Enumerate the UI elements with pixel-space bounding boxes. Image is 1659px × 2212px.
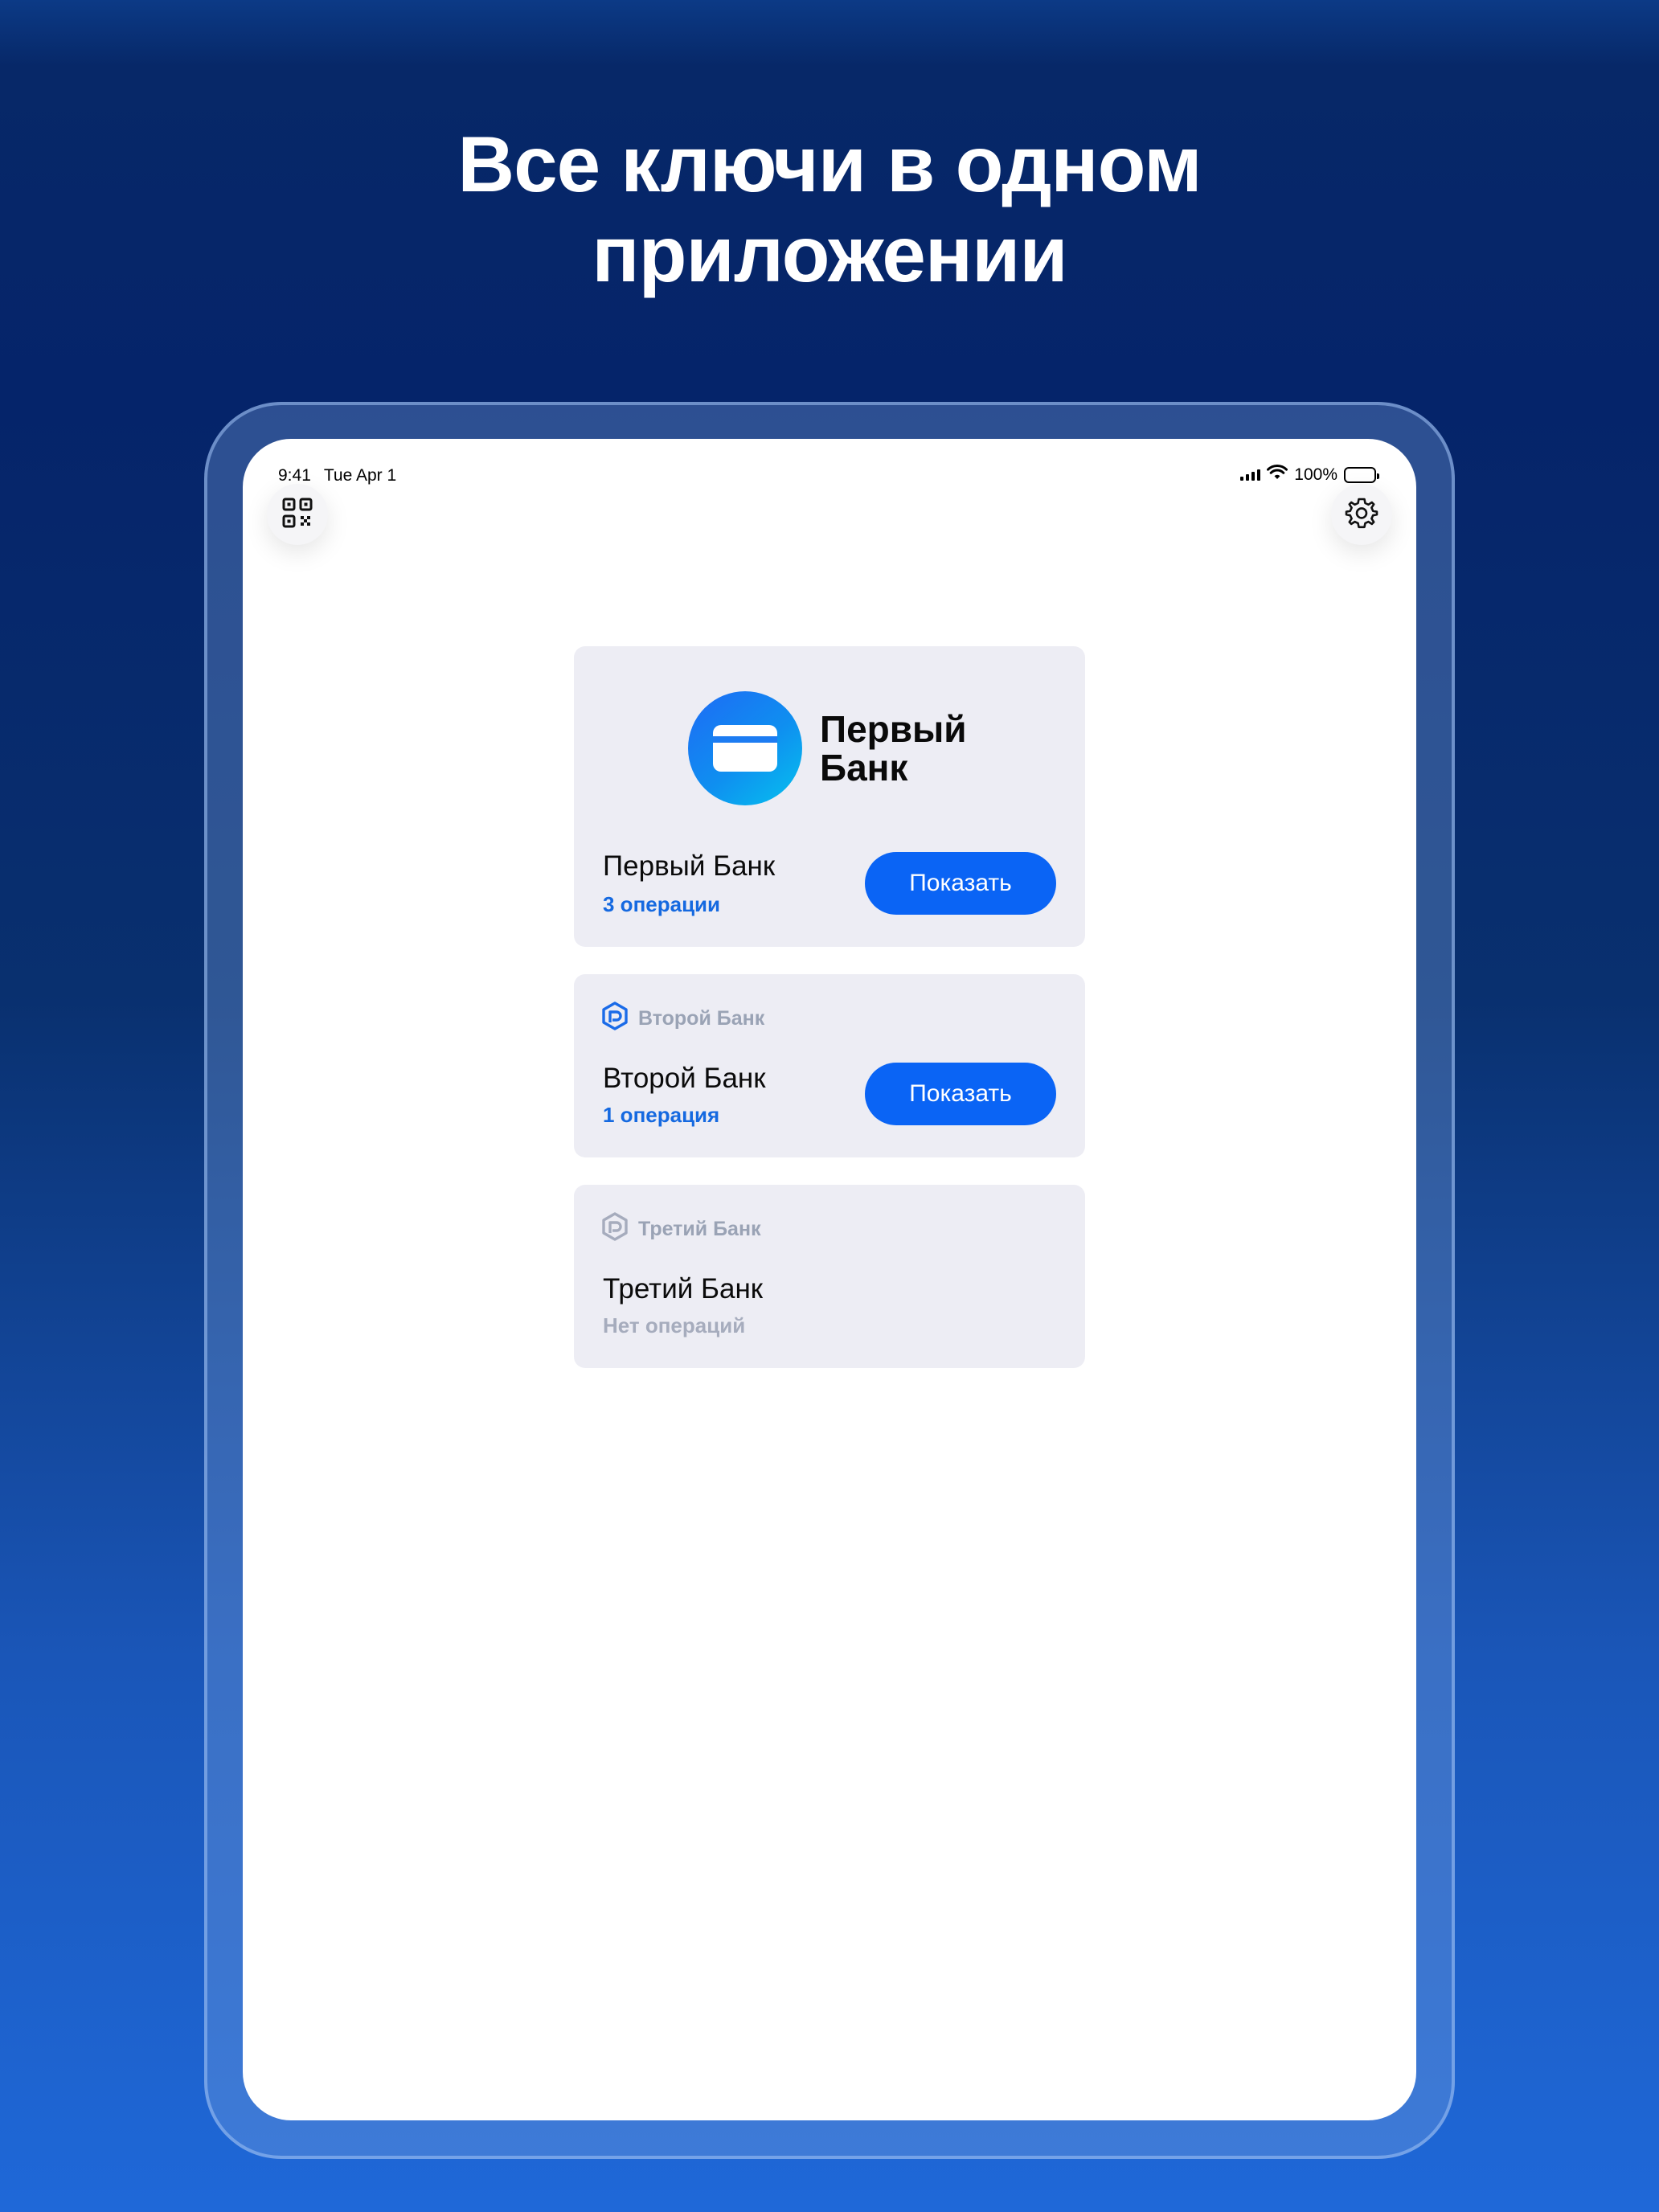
headline: Все ключи в одном приложении [0, 119, 1659, 299]
app-screen: 9:41 Tue Apr 1 100% Первый Банк Первый Б… [243, 439, 1416, 2120]
gear-icon [1345, 496, 1378, 534]
bank-card-icon [688, 691, 802, 805]
bank-logo: Первый Банк [688, 691, 967, 805]
bank-name: Первый Банк [603, 850, 776, 882]
bank-name: Третий Банк [603, 1273, 764, 1305]
status-bar: 9:41 Tue Apr 1 100% [243, 453, 1416, 485]
bank-card-3: Третий Банк Третий Банк Нет операций [574, 1185, 1085, 1368]
logo-text-line-2: Банк [820, 747, 908, 789]
bank-brand-label: Третий Банк [638, 1218, 761, 1240]
operations-count[interactable]: 1 операция [603, 1103, 719, 1128]
logo-text-line-1: Первый [820, 708, 967, 750]
headline-line-1: Все ключи в одном [457, 120, 1202, 208]
bank-card-1: Первый Банк Первый Банк 3 операции Показ… [574, 646, 1085, 947]
bank-brand: Второй Банк [601, 1002, 764, 1036]
bank-logo-icon [601, 1002, 629, 1036]
operations-count[interactable]: 3 операции [603, 892, 720, 917]
bank-brand-label: Второй Банк [638, 1007, 765, 1030]
bank-brand: Третий Банк [601, 1212, 761, 1247]
cellular-signal-icon [1240, 469, 1261, 481]
settings-button[interactable] [1331, 484, 1392, 545]
qr-code-icon [282, 498, 313, 532]
bank-name: Второй Банк [603, 1063, 766, 1094]
bank-logo-icon [601, 1212, 629, 1247]
headline-line-2: приложении [592, 210, 1067, 298]
battery-percent: 100% [1294, 465, 1337, 484]
wifi-icon [1267, 465, 1288, 485]
show-button[interactable]: Показать [865, 852, 1056, 915]
status-time: 9:41 [278, 466, 311, 485]
show-button[interactable]: Показать [865, 1063, 1056, 1125]
qr-scan-button[interactable] [267, 484, 328, 545]
bank-card-2: Второй Банк Второй Банк 1 операция Показ… [574, 974, 1085, 1157]
status-date: Tue Apr 1 [323, 466, 397, 485]
battery-icon [1344, 467, 1379, 483]
operations-count: Нет операций [603, 1313, 746, 1337]
